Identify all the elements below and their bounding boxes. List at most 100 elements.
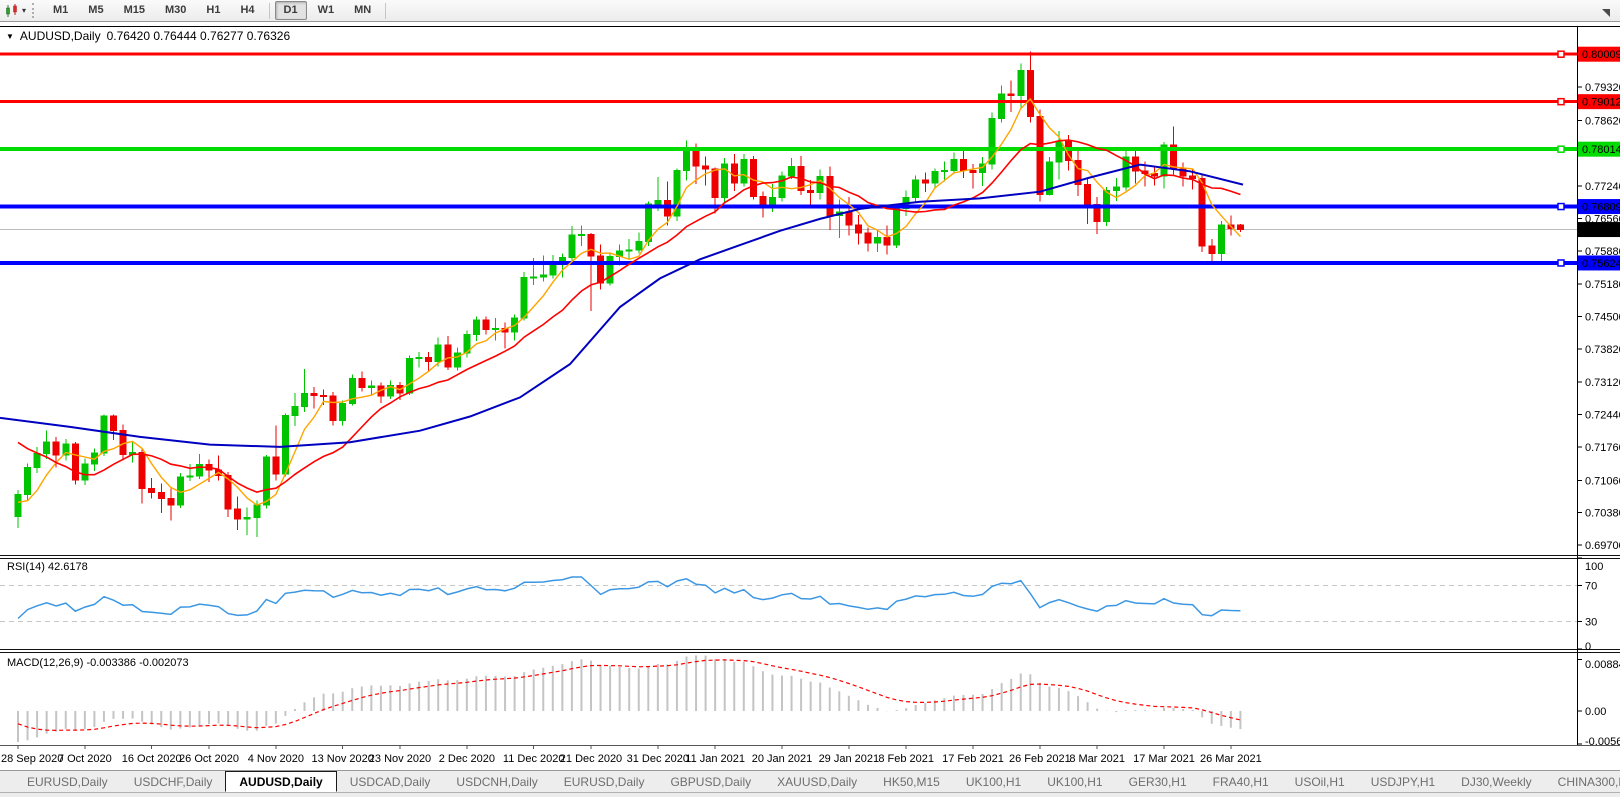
- chart-type-icon[interactable]: [3, 3, 21, 19]
- candle-body: [969, 169, 977, 174]
- date-tick-label: 17 Feb 2021: [942, 753, 1004, 765]
- toolbar-separator: [268, 2, 270, 19]
- candle-body: [864, 232, 872, 244]
- candle-body: [1208, 245, 1216, 255]
- tab-hk50-m15[interactable]: HK50,M15: [870, 771, 953, 792]
- candle-body: [587, 234, 595, 257]
- tab-gbpusd-daily[interactable]: GBPUSD,Daily: [657, 771, 764, 792]
- tab-usdchf-daily[interactable]: USDCHF,Daily: [121, 771, 226, 792]
- candle-body: [702, 165, 710, 170]
- timeframe-m15-button[interactable]: M15: [115, 1, 154, 20]
- candle-body: [167, 497, 175, 506]
- price-tick-label: 0.72440: [1585, 410, 1620, 422]
- candle-body: [740, 158, 748, 184]
- candle-body: [415, 356, 423, 359]
- price-level-handle[interactable]: [1557, 97, 1565, 106]
- date-tick-label: 8 Feb 2021: [878, 753, 934, 765]
- timeframe-w1-button[interactable]: W1: [309, 1, 344, 20]
- candle-body: [530, 276, 538, 279]
- candle-body: [807, 189, 815, 194]
- candle-body: [1026, 69, 1034, 118]
- candle-body: [625, 249, 633, 252]
- tab-eurusd-daily[interactable]: EURUSD,Daily: [14, 771, 121, 792]
- rsi-scale-label: 100: [1585, 561, 1603, 573]
- candle-body: [434, 344, 442, 363]
- candle-body: [1112, 186, 1120, 191]
- candle-body: [253, 504, 261, 518]
- top-toolbar: ▾ M1 M5 M15 M30 H1 H4 D1 W1 MN: [0, 0, 1620, 22]
- candle-body: [921, 179, 929, 184]
- price-level-handle[interactable]: [1557, 145, 1565, 153]
- candle-body: [100, 415, 108, 454]
- tab-china300-h1[interactable]: CHINA300,H1: [1545, 771, 1620, 792]
- candle-body: [940, 169, 948, 173]
- candle-body: [931, 171, 939, 184]
- timeframe-button-group: M1 M5 M15 M30 H1 H4 D1 W1 MN: [43, 1, 390, 20]
- date-tick-label: 31 Dec 2020: [627, 753, 689, 765]
- price-level-handle[interactable]: [1557, 50, 1565, 58]
- chart-type-dropdown-icon[interactable]: ▾: [22, 6, 26, 15]
- candle-body: [329, 395, 337, 422]
- timeframe-m30-button[interactable]: M30: [156, 1, 195, 20]
- candle-body: [568, 234, 576, 258]
- candle-body: [549, 263, 557, 276]
- price-tick-label: 0.70380: [1585, 508, 1620, 520]
- tab-dj30-weekly[interactable]: DJ30,Weekly: [1448, 771, 1544, 792]
- price-level-badge-label: 0.78014: [1582, 144, 1620, 156]
- tab-uk100-h1[interactable]: UK100,H1: [1034, 771, 1115, 792]
- tab-usdcad-daily[interactable]: USDCAD,Daily: [337, 771, 444, 792]
- price-tick-label: 0.73120: [1585, 377, 1620, 389]
- rsi-scale-label: 70: [1585, 580, 1597, 592]
- candle-body: [301, 393, 308, 407]
- date-tick-label: 20 Jan 2021: [752, 753, 813, 765]
- symbol-tab-bar: EURUSD,Daily USDCHF,Daily AUDUSD,Daily USDC…: [0, 770, 1620, 792]
- tab-usoil-h1[interactable]: USOil,H1: [1282, 771, 1358, 792]
- timeframe-m5-button[interactable]: M5: [79, 1, 112, 20]
- candle-body: [310, 393, 318, 397]
- candle-body: [1007, 93, 1015, 97]
- rsi-scale-label: 0: [1585, 641, 1591, 653]
- tab-audusd-daily[interactable]: AUDUSD,Daily: [225, 771, 337, 792]
- candle-body: [539, 274, 547, 278]
- timeframe-h1-button[interactable]: H1: [197, 1, 229, 20]
- tab-uk100-h1[interactable]: UK100,H1: [953, 771, 1034, 792]
- price-tick-label: 0.73820: [1585, 344, 1620, 356]
- candle-body: [1189, 175, 1197, 179]
- candle-body: [14, 494, 22, 517]
- chart-canvas[interactable]: 0.793200.786200.779400.772400.765600.758…: [0, 0, 1620, 770]
- candle-body: [138, 452, 146, 489]
- candle-body: [816, 176, 824, 194]
- timeframe-h4-button[interactable]: H4: [231, 1, 263, 20]
- corner-marker-icon[interactable]: [1602, 9, 1610, 17]
- price-level-handle[interactable]: [1557, 259, 1565, 267]
- price-level-badge-label: 0.79012: [1582, 97, 1620, 109]
- candle-body: [81, 463, 89, 481]
- tab-usdcnh-daily[interactable]: USDCNH,Daily: [443, 771, 550, 792]
- candle-body: [482, 319, 490, 330]
- tab-ger30-h1[interactable]: GER30,H1: [1116, 771, 1200, 792]
- date-tick-label: 26 Oct 2020: [179, 753, 239, 765]
- timeframe-d1-button[interactable]: D1: [274, 1, 307, 20]
- toolbar-drag-handle[interactable]: [32, 3, 37, 18]
- tab-xauusd-daily[interactable]: XAUUSD,Daily: [764, 771, 870, 792]
- price-tick-label: 0.69700: [1585, 540, 1620, 552]
- candle-body: [788, 166, 796, 177]
- candle-body: [845, 211, 853, 226]
- tab-eurusd-daily[interactable]: EURUSD,Daily: [551, 771, 658, 792]
- tab-fra40-h1[interactable]: FRA40,H1: [1200, 771, 1282, 792]
- price-tick-label: 0.71060: [1585, 475, 1620, 487]
- timeframe-m1-button[interactable]: M1: [44, 1, 77, 20]
- price-tick-label: 0.78620: [1585, 115, 1620, 127]
- date-tick-label: 26 Feb 2021: [1009, 753, 1071, 765]
- chart-header: ▼ AUDUSD,Daily 0.76420 0.76444 0.76277 0…: [6, 29, 290, 43]
- timeframe-mn-button[interactable]: MN: [345, 1, 380, 20]
- symbol-dropdown-icon[interactable]: ▼: [6, 32, 14, 41]
- candle-body: [998, 93, 1006, 119]
- candle-body: [893, 207, 901, 246]
- tab-usdjpy-h1[interactable]: USDJPY,H1: [1358, 771, 1448, 792]
- candle-body: [950, 158, 958, 171]
- macd-indicator-label: MACD(12,26,9) -0.003386 -0.002073: [7, 657, 189, 669]
- price-level-handle[interactable]: [1557, 202, 1565, 211]
- candle-body: [1236, 224, 1244, 231]
- candle-body: [148, 487, 156, 494]
